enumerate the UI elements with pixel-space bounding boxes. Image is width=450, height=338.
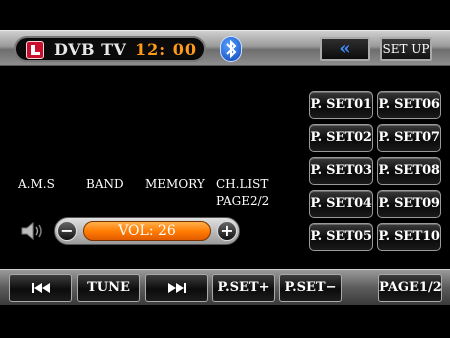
volume-display: VOL: 26: [83, 221, 211, 241]
volume-up-button[interactable]: +: [217, 221, 237, 241]
next-button[interactable]: [145, 274, 208, 302]
preset-button-01[interactable]: P. SET01: [309, 91, 373, 119]
preset-button-04[interactable]: P. SET04: [309, 190, 373, 218]
top-bar: DVB TV 12: 00 « SET UP: [0, 30, 450, 66]
preset-button-08[interactable]: P. SET08: [377, 157, 441, 185]
preset-button-09[interactable]: P. SET09: [377, 190, 441, 218]
clock: 12: 00: [135, 40, 198, 59]
speaker-icon[interactable]: [18, 220, 46, 242]
preset-minus-button[interactable]: P.SET−: [279, 274, 342, 302]
app-icon: [26, 41, 44, 59]
preset-button-10[interactable]: P. SET10: [377, 223, 441, 251]
preset-button-07[interactable]: P. SET07: [377, 124, 441, 152]
preset-button-05[interactable]: P. SET05: [309, 223, 373, 251]
preset-plus-button[interactable]: P.SET+: [212, 274, 275, 302]
memory-button[interactable]: MEMORY: [145, 177, 205, 191]
band-button[interactable]: BAND: [86, 177, 124, 191]
chlist-button[interactable]: CH.LIST: [216, 177, 268, 191]
setup-button[interactable]: SET UP: [380, 37, 432, 61]
tune-button[interactable]: TUNE: [77, 274, 140, 302]
back-button[interactable]: «: [320, 37, 370, 61]
bottom-bar: TUNE P.SET+ P.SET− PAGE1/2: [0, 269, 450, 305]
volume-control: − VOL: 26 +: [54, 217, 240, 245]
title-pill: DVB TV 12: 00: [14, 36, 206, 62]
ams-button[interactable]: A.M.S: [18, 177, 55, 191]
chlist-page-label: PAGE2/2: [216, 194, 270, 208]
previous-button[interactable]: [9, 274, 72, 302]
bluetooth-icon[interactable]: [220, 36, 242, 62]
skip-previous-icon: [31, 283, 50, 293]
preset-button-03[interactable]: P. SET03: [309, 157, 373, 185]
app-title: DVB TV: [54, 40, 127, 59]
preset-button-06[interactable]: P. SET06: [377, 91, 441, 119]
preset-button-02[interactable]: P. SET02: [309, 124, 373, 152]
volume-down-button[interactable]: −: [57, 221, 77, 241]
page-button[interactable]: PAGE1/2: [378, 274, 442, 302]
skip-next-icon: [167, 283, 186, 293]
